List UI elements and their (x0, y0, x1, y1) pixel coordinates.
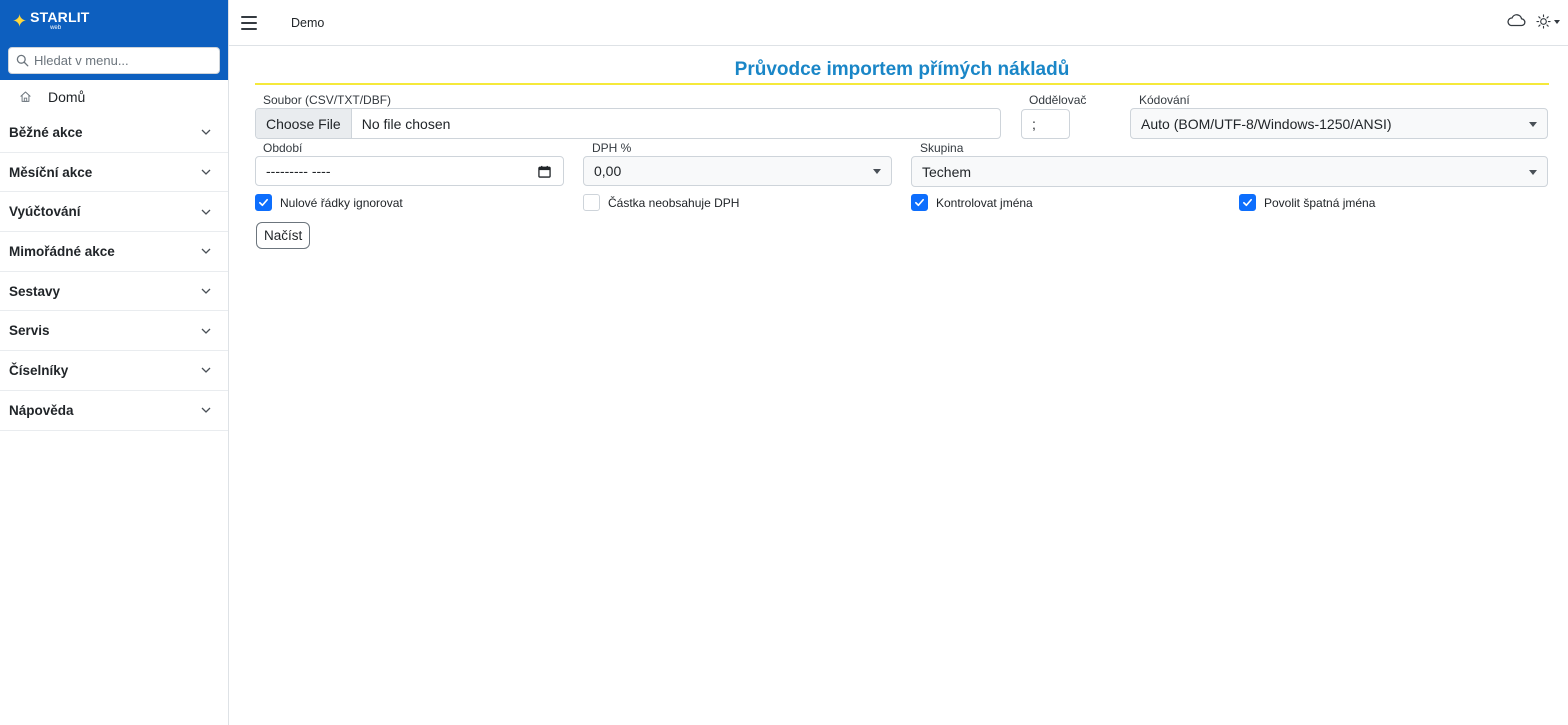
theme-toggle-button[interactable] (1536, 14, 1560, 29)
checkbox-checked[interactable] (1239, 194, 1256, 211)
sun-icon (1536, 14, 1551, 29)
sidebar-menu-bezne-akce[interactable]: Běžné akce (0, 113, 228, 153)
sidebar-menu-label: Měsíční akce (9, 164, 93, 180)
checkbox-label: Kontrolovat jména (936, 195, 1033, 210)
sidebar-item-home[interactable]: Domů (0, 80, 228, 113)
separator-label: Oddělovač (1029, 93, 1087, 107)
encoding-select[interactable]: Auto (BOM/UTF-8/Windows-1250/ANSI) (1130, 108, 1548, 139)
caret-down-icon (1529, 169, 1537, 175)
sidebar-menu-label: Nápověda (9, 402, 74, 418)
choose-file-button[interactable]: Choose File (256, 109, 352, 138)
top-bar: Demo (229, 0, 1568, 46)
group-value: Techem (922, 163, 972, 180)
sidebar-menu-servis[interactable]: Servis (0, 311, 228, 352)
separator-input[interactable]: ; (1021, 109, 1070, 139)
caret-down-icon (1554, 19, 1560, 24)
checkbox-checked[interactable] (255, 194, 272, 211)
encoding-label: Kódování (1139, 93, 1190, 107)
sidebar-menu-mimoradne-akce[interactable]: Mimořádné akce (0, 232, 228, 272)
calendar-icon[interactable] (538, 165, 551, 178)
menu-search[interactable] (8, 47, 220, 74)
vat-value: 0,00 (594, 163, 622, 179)
home-icon (20, 91, 31, 102)
sidebar-item-label: Domů (48, 88, 86, 105)
sidebar-menu-vyuctovani[interactable]: Vyúčtování (0, 192, 228, 233)
sidebar-menu-ciselniky[interactable]: Číselníky (0, 351, 228, 391)
ignore-zero-rows-checkbox[interactable]: Nulové řádky ignorovat (255, 194, 403, 211)
main-content: Průvodce importem přímých nákladů Soubor… (229, 46, 1568, 725)
group-select[interactable]: Techem (911, 156, 1548, 187)
sidebar-menu-label: Mimořádné akce (9, 243, 115, 259)
checkbox-label: Nulové řádky ignorovat (280, 195, 403, 210)
vat-select[interactable]: 0,00 (583, 156, 892, 186)
page-title: Průvodce importem přímých nákladů (255, 59, 1549, 85)
brand-subtitle: web (50, 25, 62, 31)
allow-bad-names-checkbox[interactable]: Povolit špatná jména (1239, 194, 1375, 211)
checkbox-label: Povolit špatná jména (1264, 195, 1376, 210)
brand-name: STARLIT (30, 9, 90, 25)
menu-toggle-icon[interactable] (241, 15, 257, 30)
brand-logo[interactable]: ✦ STARLIT web (0, 0, 228, 41)
sidebar-menu-label: Číselníky (9, 362, 69, 378)
sidebar: ✦ STARLIT web Domů Běžné akce Měsíční ak… (0, 0, 229, 725)
sidebar-menu-mesicni-akce[interactable]: Měsíční akce (0, 153, 228, 193)
period-value: --------- ---- (266, 163, 331, 179)
period-input[interactable]: --------- ---- (255, 156, 564, 186)
chevron-down-icon (201, 407, 211, 414)
file-status: No file chosen (361, 115, 451, 132)
chevron-down-icon (201, 368, 211, 374)
chevron-down-icon (201, 129, 211, 136)
chevron-down-icon (201, 328, 211, 334)
sidebar-menu-napoveda[interactable]: Nápověda (0, 391, 228, 431)
amount-excludes-vat-checkbox[interactable]: Částka neobsahuje DPH (583, 194, 739, 211)
group-label: Skupina (920, 141, 964, 155)
checkbox-checked[interactable] (911, 194, 928, 211)
caret-down-icon (873, 169, 881, 174)
menu-search-input[interactable] (34, 53, 214, 68)
chevron-down-icon (201, 248, 211, 255)
checkbox-label: Částka neobsahuje DPH (608, 195, 740, 210)
file-label: Soubor (CSV/TXT/DBF) (263, 93, 392, 107)
sidebar-menu-label: Sestavy (9, 283, 61, 299)
sidebar-menu-sestavy[interactable]: Sestavy (0, 272, 228, 312)
caret-down-icon (1529, 121, 1537, 127)
cloud-icon[interactable] (1506, 12, 1526, 31)
star-icon: ✦ (12, 10, 28, 31)
search-icon (16, 54, 29, 67)
sidebar-menu-label: Servis (9, 323, 50, 339)
chevron-down-icon (201, 288, 211, 295)
file-input[interactable]: Choose File No file chosen (255, 108, 1001, 139)
period-label: Období (263, 141, 303, 155)
encoding-value: Auto (BOM/UTF-8/Windows-1250/ANSI) (1141, 115, 1392, 132)
chevron-down-icon (201, 209, 211, 215)
vat-label: DPH % (592, 141, 632, 155)
checkbox-unchecked[interactable] (583, 194, 600, 211)
chevron-down-icon (201, 169, 211, 175)
check-names-checkbox[interactable]: Kontrolovat jména (911, 194, 1033, 211)
load-button[interactable]: Načíst (256, 222, 311, 249)
sidebar-menu-label: Vyúčtování (9, 204, 81, 220)
sidebar-menu-label: Běžné akce (9, 124, 83, 140)
company-name: Demo (291, 15, 325, 30)
